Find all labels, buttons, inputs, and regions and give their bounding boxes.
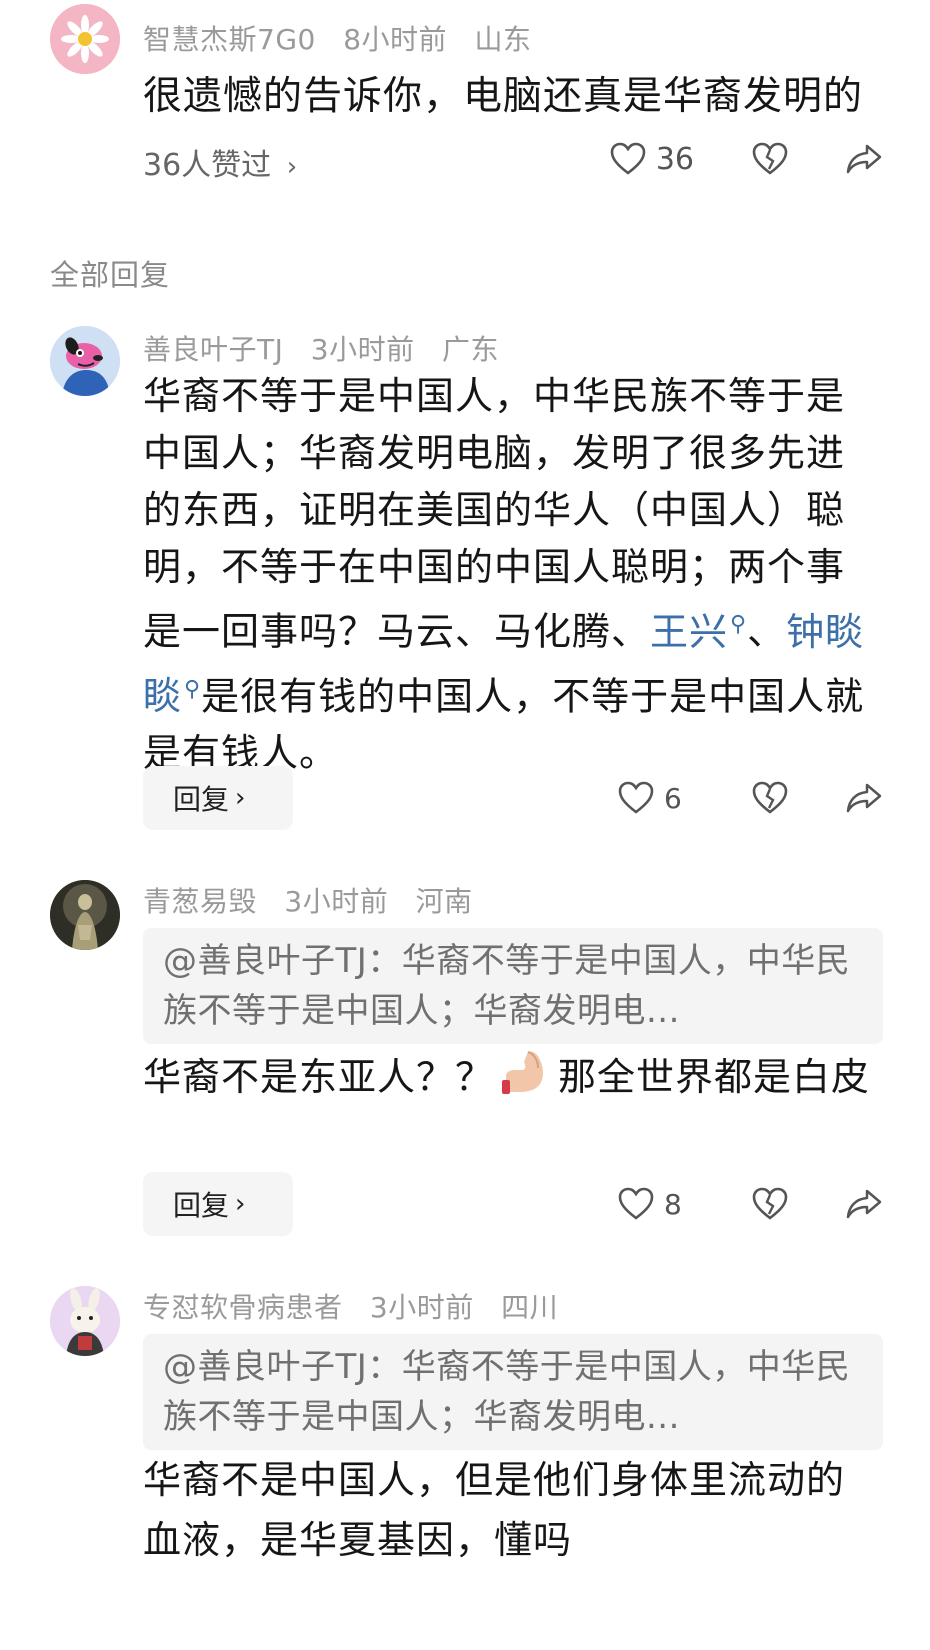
- reply-button-label: 回复: [173, 1189, 230, 1222]
- like-count: 6: [664, 781, 682, 815]
- quoted-reply[interactable]: @善良叶子TJ：华裔不等于是中国人，中华民族不等于是中国人；华裔发明电...: [143, 1334, 883, 1450]
- chevron-right-icon: ›: [235, 1189, 246, 1219]
- daisy-avatar-icon: [50, 4, 120, 74]
- timestamp: 3小时前: [284, 885, 389, 918]
- dislike-button[interactable]: [752, 142, 788, 176]
- comment-actions: 6: [618, 770, 882, 826]
- all-replies-label: 全部回复: [50, 258, 171, 292]
- like-button[interactable]: 8: [618, 1187, 694, 1221]
- timestamp: 3小时前: [310, 333, 415, 366]
- quoted-reply[interactable]: @善良叶子TJ：华裔不等于是中国人，中华民族不等于是中国人；华裔发明电...: [143, 928, 883, 1044]
- share-arrow-icon: [846, 1189, 882, 1219]
- location: 河南: [415, 885, 473, 918]
- reply-button[interactable]: 回复 ›: [143, 1172, 293, 1236]
- topic-link[interactable]: 王兴⚲: [650, 610, 747, 654]
- comment-actions: 8: [618, 1176, 882, 1232]
- username[interactable]: 善良叶子TJ: [143, 333, 283, 366]
- share-arrow-icon: [846, 144, 882, 174]
- avatar[interactable]: [50, 1286, 120, 1356]
- likers-link-label: 36人赞过: [143, 148, 272, 183]
- magnifier-icon: ⚲: [184, 676, 202, 702]
- comment-meta: 专怼软骨病患者 3小时前 四川: [143, 1286, 576, 1326]
- comment-meta: 善良叶子TJ 3小时前 广东: [143, 328, 517, 368]
- broken-heart-icon: [752, 1187, 788, 1220]
- likers-link[interactable]: 36人赞过 ›: [143, 140, 297, 184]
- rabbit-avatar-icon: [50, 1286, 120, 1356]
- chevron-right-icon: ›: [286, 152, 298, 182]
- pinched-fingers-emoji: [502, 1051, 544, 1094]
- share-button[interactable]: [846, 782, 882, 814]
- comment-text: 华裔不等于是中国人，中华民族不等于是中国人；华裔发明电脑，发明了很多先进的东西，…: [143, 368, 883, 782]
- comment-text-part: 华裔不是东亚人？？: [143, 1055, 495, 1099]
- heart-outline-icon: [618, 1187, 654, 1220]
- avatar[interactable]: [50, 326, 120, 396]
- magnifier-icon: ⚲: [730, 612, 748, 637]
- heart-outline-icon: [618, 781, 654, 814]
- like-count: 8: [664, 1187, 682, 1221]
- share-button[interactable]: [846, 143, 882, 175]
- comment-actions: 36: [610, 131, 882, 187]
- like-count: 36: [655, 141, 694, 177]
- heart-outline-icon: [610, 142, 646, 175]
- comment-meta: 青葱易毁 3小时前 河南: [143, 880, 491, 920]
- statue-avatar-icon: [50, 880, 120, 950]
- dislike-button[interactable]: [752, 781, 788, 815]
- share-button[interactable]: [846, 1188, 882, 1220]
- username[interactable]: 智慧杰斯7G0: [143, 23, 316, 56]
- topic-link-label: 王兴: [650, 609, 729, 654]
- username[interactable]: 专怼软骨病患者: [143, 1291, 343, 1324]
- chevron-right-icon: ›: [235, 783, 246, 813]
- avatar[interactable]: [50, 880, 120, 950]
- comment-text-part: 是很有钱的中国人，不等于是中国人就是有钱人。: [143, 674, 865, 776]
- avatar[interactable]: [50, 4, 120, 74]
- comment-text-part: 那全世界都是白皮: [558, 1055, 871, 1099]
- username[interactable]: 青葱易毁: [143, 885, 257, 918]
- location: 山东: [474, 23, 532, 56]
- location: 四川: [501, 1291, 559, 1324]
- like-button[interactable]: 6: [618, 781, 694, 815]
- reply-button[interactable]: 回复 ›: [143, 766, 293, 830]
- broken-heart-icon: [752, 142, 788, 175]
- dislike-button[interactable]: [752, 1187, 788, 1221]
- comment-text: 华裔不是中国人，但是他们身体里流动的血液，是华夏基因，懂吗: [143, 1458, 846, 1562]
- comment-meta: 智慧杰斯7G0 8小时前 山东: [143, 18, 549, 58]
- timestamp: 3小时前: [369, 1291, 474, 1324]
- comment-text: 很遗憾的告诉你，电脑还真是华裔发明的: [143, 74, 864, 119]
- timestamp: 8小时前: [343, 23, 448, 56]
- like-button[interactable]: 36: [610, 142, 694, 177]
- reply-button-label: 回复: [173, 783, 230, 816]
- broken-heart-icon: [752, 781, 788, 814]
- comment-text: 华裔不是东亚人？？ 那全世界都是白皮: [143, 1046, 883, 1107]
- location: 广东: [442, 333, 500, 366]
- separator: 、: [747, 609, 787, 654]
- share-arrow-icon: [846, 783, 882, 813]
- cartoon-dog-avatar-icon: [50, 326, 120, 396]
